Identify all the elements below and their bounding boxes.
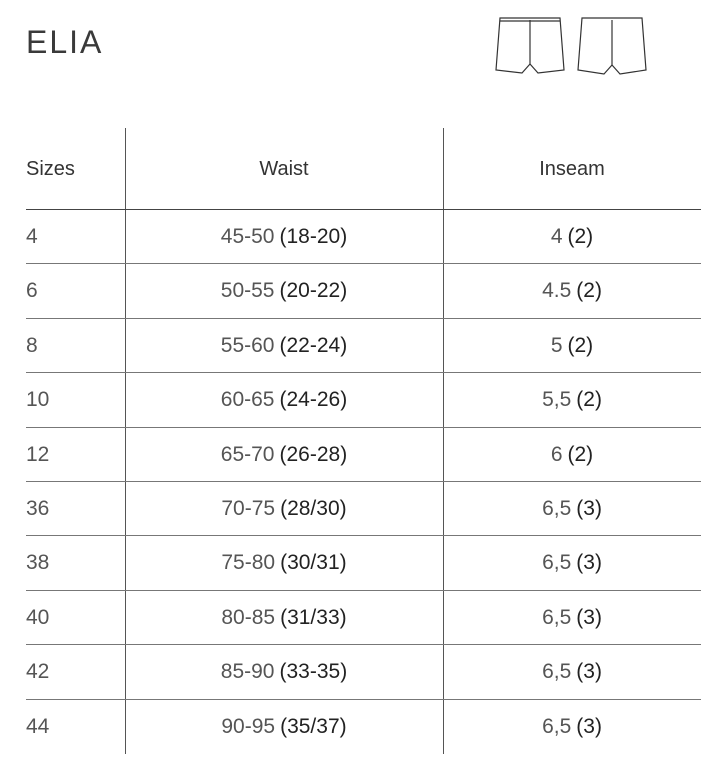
inseam-in: (3) xyxy=(576,715,602,738)
table-row: 10 60-65 (24-26) 5,5 (2) xyxy=(26,373,701,427)
waist-cell: 75-80 (30/31) xyxy=(125,536,443,590)
inseam-cell: 5 (2) xyxy=(443,319,701,373)
table-row: 36 70-75 (28/30) 6,5 (3) xyxy=(26,482,701,536)
inseam-cm: 6,5 xyxy=(542,551,572,574)
size-cell: 42 xyxy=(26,645,125,699)
waist-cell: 65-70 (26-28) xyxy=(125,428,443,482)
inseam-in: (2) xyxy=(567,225,594,248)
inseam-cm: 6,5 xyxy=(542,606,572,629)
waist-in: (33-35) xyxy=(279,660,348,683)
waist-cell: 90-95 (35/37) xyxy=(125,700,443,754)
size-cell: 36 xyxy=(26,482,125,536)
waist-cm: 50-55 xyxy=(220,279,275,302)
size-cell: 12 xyxy=(26,428,125,482)
inseam-cell: 5,5 (2) xyxy=(443,373,701,427)
shorts-front-icon xyxy=(495,17,565,74)
waist-cm: 70-75 xyxy=(221,497,276,520)
inseam-in: (3) xyxy=(576,551,602,574)
inseam-cm: 6 xyxy=(550,443,563,466)
waist-cell: 70-75 (28/30) xyxy=(125,482,443,536)
size-value: 42 xyxy=(26,660,50,683)
size-cell: 38 xyxy=(26,536,125,590)
waist-cm: 90-95 xyxy=(221,715,276,738)
inseam-in: (2) xyxy=(576,279,602,302)
table-row: 8 55-60 (22-24) 5 (2) xyxy=(26,319,701,373)
size-value: 12 xyxy=(26,443,50,466)
waist-in: (22-24) xyxy=(279,334,348,357)
inseam-cell: 6,5 (3) xyxy=(443,645,701,699)
waist-cm: 80-85 xyxy=(221,606,276,629)
size-cell: 44 xyxy=(26,700,125,754)
size-cell: 6 xyxy=(26,264,125,318)
inseam-in: (2) xyxy=(567,334,594,357)
waist-cm: 85-90 xyxy=(220,660,275,683)
waist-in: (24-26) xyxy=(279,388,348,411)
inseam-cell: 4.5 (2) xyxy=(443,264,701,318)
inseam-cell: 4 (2) xyxy=(443,210,701,264)
waist-cell: 60-65 (24-26) xyxy=(125,373,443,427)
inseam-cm: 4 xyxy=(550,225,563,248)
inseam-in: (3) xyxy=(576,660,602,683)
inseam-cell: 6,5 (3) xyxy=(443,482,701,536)
page-title: ELIA xyxy=(26,24,104,60)
waist-cm: 75-80 xyxy=(221,551,276,574)
waist-in: (30/31) xyxy=(280,551,347,574)
inseam-cm: 5 xyxy=(550,334,563,357)
inseam-in: (2) xyxy=(576,388,602,411)
size-value: 8 xyxy=(26,334,38,357)
table-row: 4 45-50 (18-20) 4 (2) xyxy=(26,210,701,264)
waist-cm: 60-65 xyxy=(220,388,275,411)
waist-in: (28/30) xyxy=(280,497,347,520)
waist-in: (18-20) xyxy=(279,225,348,248)
size-cell: 8 xyxy=(26,319,125,373)
table-row: 12 65-70 (26-28) 6 (2) xyxy=(26,428,701,482)
inseam-cell: 6 (2) xyxy=(443,428,701,482)
table-row: 6 50-55 (20-22) 4.5 (2) xyxy=(26,264,701,318)
table-row: 42 85-90 (33-35) 6,5 (3) xyxy=(26,645,701,699)
size-cell: 10 xyxy=(26,373,125,427)
inseam-cell: 6,5 (3) xyxy=(443,591,701,645)
size-value: 44 xyxy=(26,715,50,738)
waist-cell: 45-50 (18-20) xyxy=(125,210,443,264)
waist-in: (20-22) xyxy=(279,279,348,302)
inseam-cm: 5,5 xyxy=(542,388,572,411)
inseam-cm: 6,5 xyxy=(542,497,572,520)
inseam-in: (2) xyxy=(567,443,594,466)
header-sizes: Sizes xyxy=(26,157,75,180)
size-value: 4 xyxy=(26,225,38,248)
inseam-cm: 4.5 xyxy=(542,279,572,302)
waist-cm: 65-70 xyxy=(220,443,275,466)
inseam-in: (3) xyxy=(576,497,602,520)
table-row: 38 75-80 (30/31) 6,5 (3) xyxy=(26,536,701,590)
garment-illustrations xyxy=(495,17,647,75)
waist-cell: 50-55 (20-22) xyxy=(125,264,443,318)
waist-cm: 55-60 xyxy=(220,334,275,357)
inseam-in: (3) xyxy=(576,606,602,629)
waist-cell: 55-60 (22-24) xyxy=(125,319,443,373)
shorts-back-icon xyxy=(577,17,647,75)
size-value: 6 xyxy=(26,279,38,302)
header-inseam: Inseam xyxy=(539,157,605,180)
size-cell: 4 xyxy=(26,210,125,264)
size-value: 36 xyxy=(26,497,50,520)
waist-cell: 80-85 (31/33) xyxy=(125,591,443,645)
waist-in: (26-28) xyxy=(279,443,348,466)
inseam-cm: 6,5 xyxy=(542,660,572,683)
waist-in: (35/37) xyxy=(280,715,347,738)
waist-in: (31/33) xyxy=(280,606,347,629)
header-waist: Waist xyxy=(259,157,309,180)
size-cell: 40 xyxy=(26,591,125,645)
waist-cell: 85-90 (33-35) xyxy=(125,645,443,699)
size-value: 10 xyxy=(26,388,50,411)
inseam-cell: 6,5 (3) xyxy=(443,536,701,590)
size-value: 38 xyxy=(26,551,50,574)
size-value: 40 xyxy=(26,606,50,629)
inseam-cell: 6,5 (3) xyxy=(443,700,701,754)
table-row: 44 90-95 (35/37) 6,5 (3) xyxy=(26,700,701,754)
waist-cm: 45-50 xyxy=(220,225,275,248)
table-row: 40 80-85 (31/33) 6,5 (3) xyxy=(26,591,701,645)
inseam-cm: 6,5 xyxy=(542,715,572,738)
